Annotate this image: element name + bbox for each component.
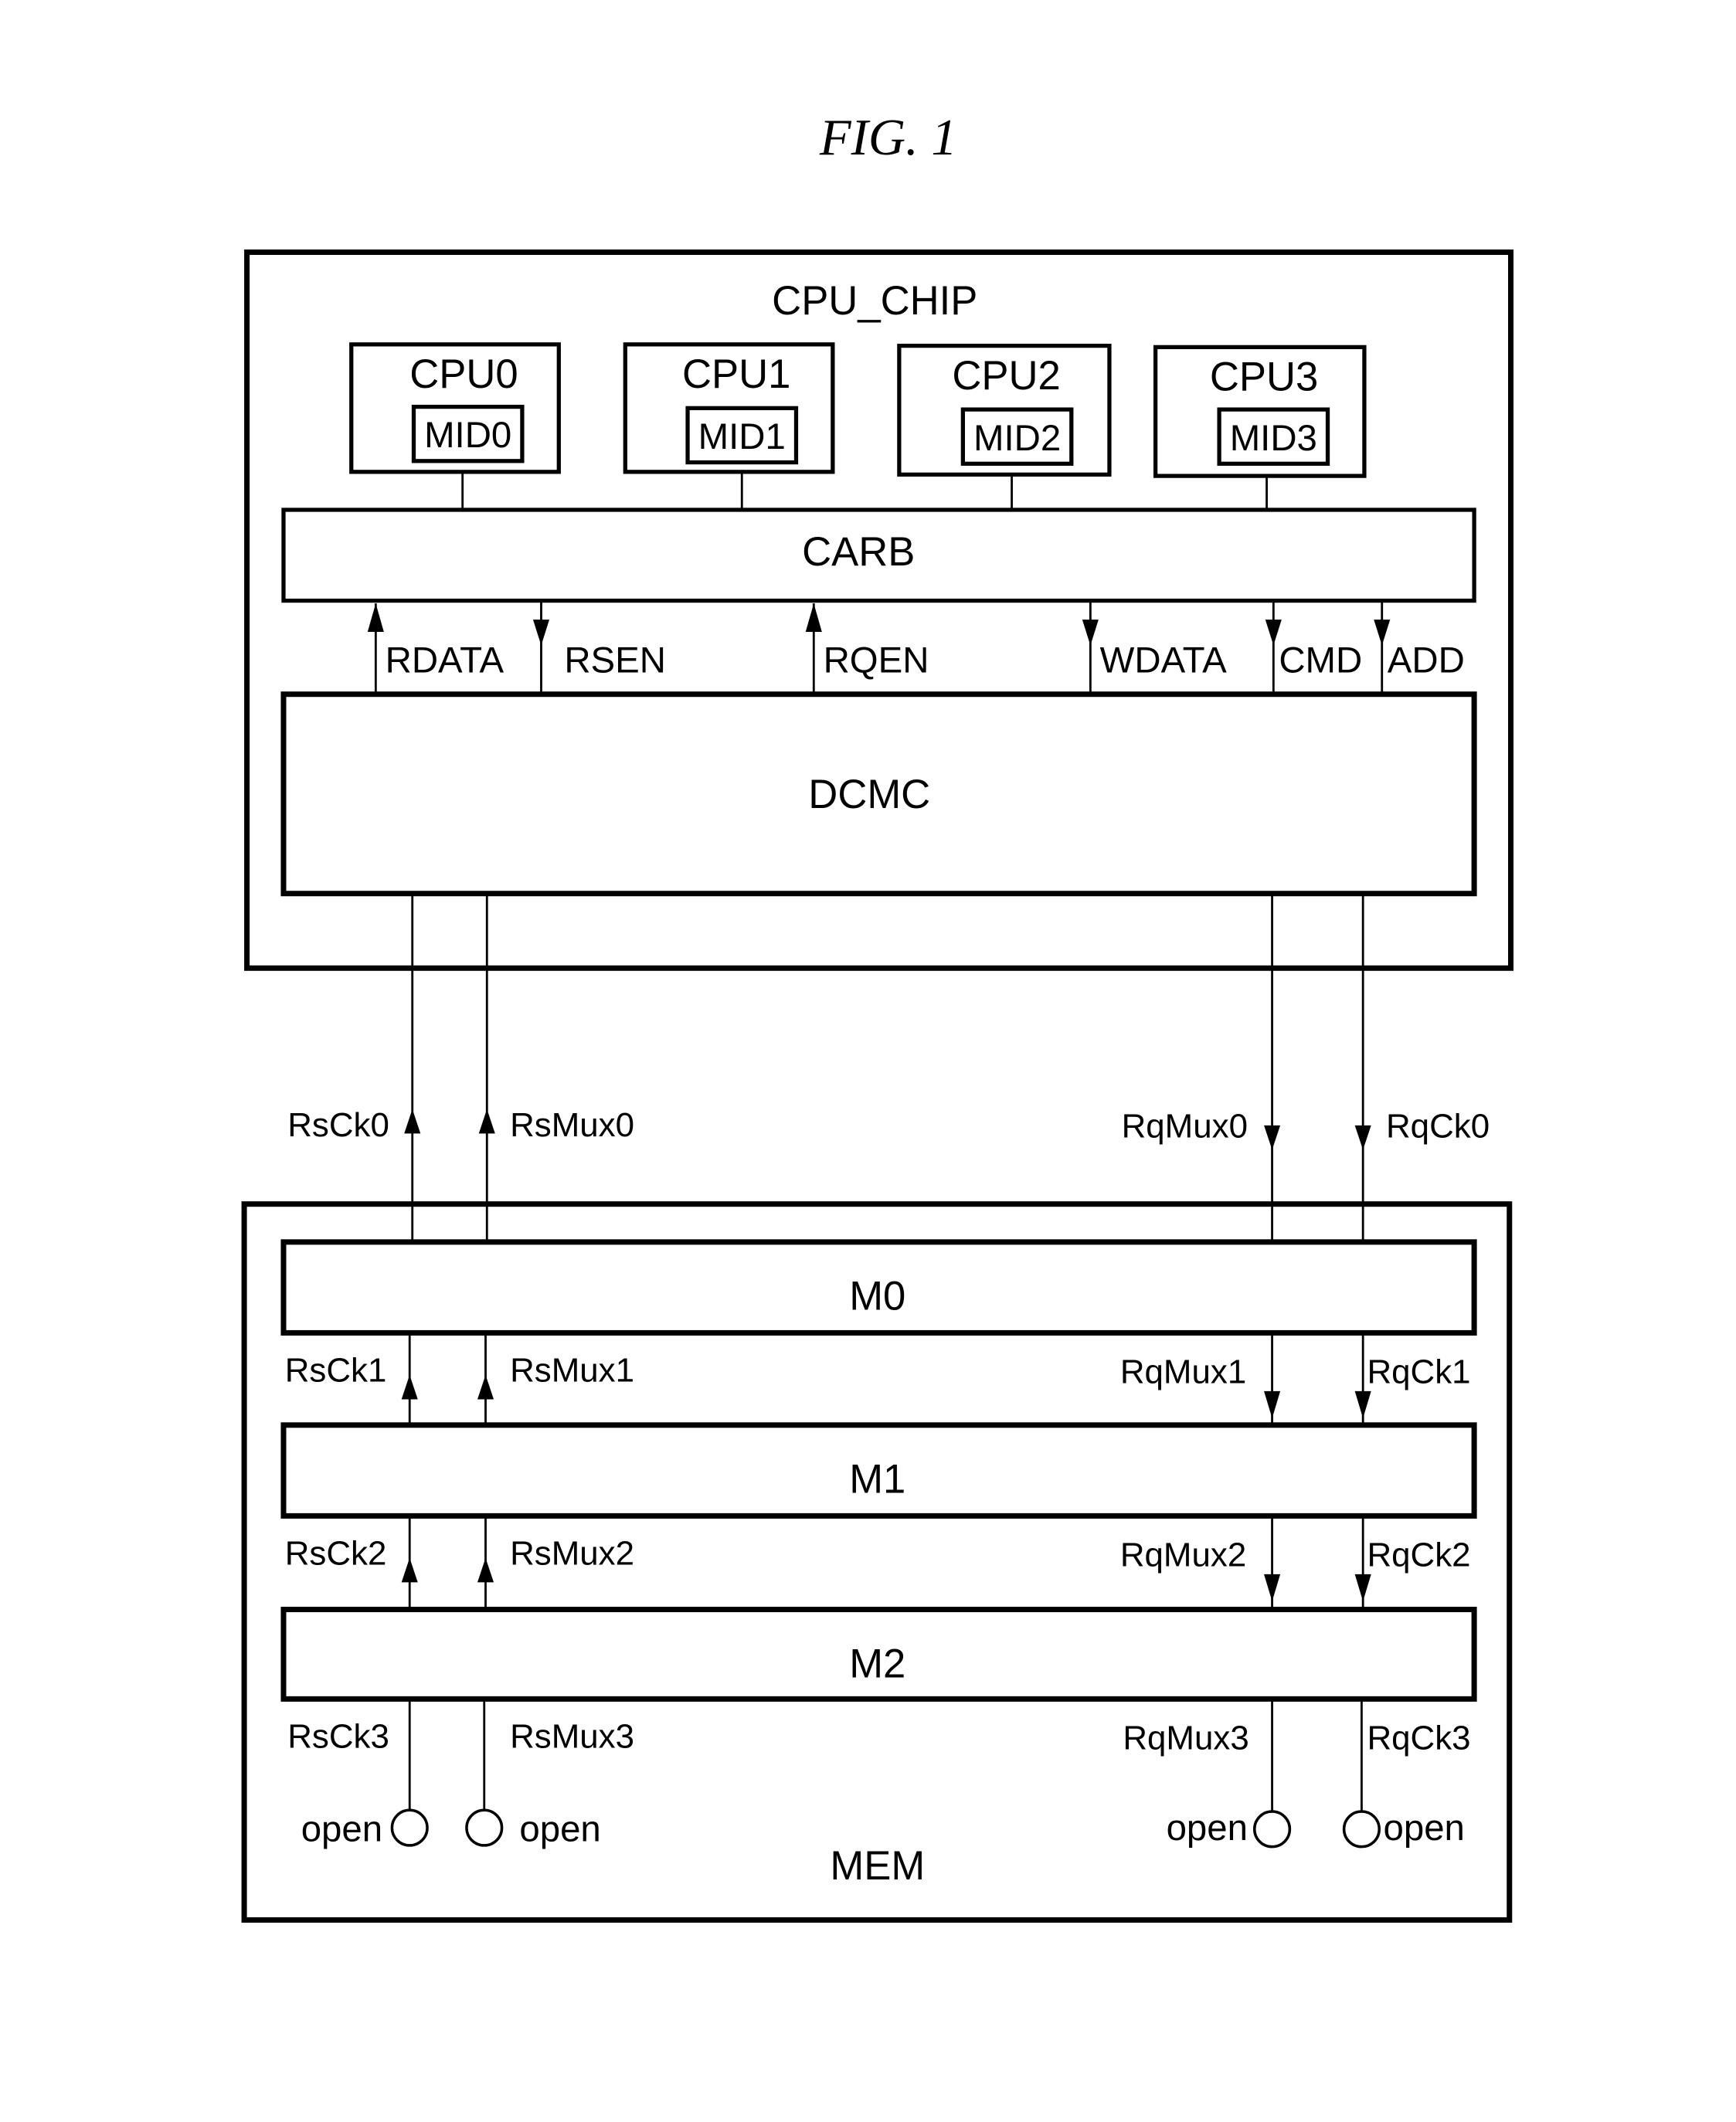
signal-rsen: RSEN (532, 600, 666, 693)
rqck2-label: RqCk2 (1367, 1536, 1470, 1574)
open-terminal-icon (390, 1808, 429, 1847)
arrow-up-icon (477, 1557, 494, 1583)
rsmux3-label: RsMux3 (510, 1718, 634, 1756)
open-label-rsck3: open (301, 1809, 382, 1850)
dcmc-label: DCMC (808, 772, 930, 817)
arrow-up-icon (367, 603, 384, 632)
rsck1-label: RsCk1 (285, 1352, 387, 1390)
open-label-rqck3: open (1384, 1808, 1465, 1849)
rqmux1-label: RqMux1 (1120, 1353, 1246, 1390)
signal-rsen-label: RSEN (564, 640, 666, 681)
mid3-label: MID3 (1230, 418, 1317, 459)
rqck1-label: RqCk1 (1367, 1353, 1470, 1390)
arrow-up-icon (401, 1374, 418, 1400)
arrow-down-icon (1082, 620, 1099, 646)
open-terminal-icon (1252, 1810, 1292, 1849)
cpu0-block: CPU0 MID0 (349, 342, 561, 510)
carb-label: CARB (802, 529, 915, 575)
mid1-label: MID1 (698, 416, 786, 457)
open-label-rqmux3: open (1167, 1808, 1248, 1849)
figure-title: FIG. 1 (819, 110, 957, 166)
arrow-down-icon (1264, 1390, 1281, 1419)
arrow-down-icon (1354, 1125, 1371, 1150)
cpu1-block: CPU1 MID1 (623, 342, 835, 510)
signal-wdata-label: WDATA (1100, 640, 1227, 681)
mid2-label: MID2 (973, 418, 1061, 459)
rsmux0-label: RsMux0 (510, 1106, 634, 1144)
signal-add-label: ADD (1388, 640, 1465, 681)
signal-cmd-label: CMD (1279, 640, 1362, 681)
rsck0-label: RsCk0 (287, 1106, 389, 1144)
m2-label: M2 (849, 1641, 905, 1686)
cpu3-block: CPU3 MID3 (1153, 345, 1367, 510)
signal-rqen-label: RQEN (824, 640, 929, 681)
open-terminal-icon (465, 1808, 504, 1847)
cpu0-label: CPU0 (409, 351, 518, 397)
rqck0-label: RqCk0 (1386, 1108, 1490, 1146)
rqmux3-label: RqMux3 (1123, 1719, 1248, 1757)
signal-add: ADD (1374, 600, 1465, 693)
arrow-down-icon (1264, 1125, 1281, 1150)
rqmux0-label: RqMux0 (1122, 1108, 1248, 1146)
cpu1-label: CPU1 (682, 351, 790, 397)
arrow-up-icon (404, 1109, 421, 1134)
signal-cmd: CMD (1265, 600, 1362, 693)
rqmux2-label: RqMux2 (1120, 1536, 1246, 1574)
arrow-down-icon (1264, 1574, 1281, 1601)
arrow-up-icon (401, 1557, 418, 1583)
arrow-up-icon (477, 1374, 494, 1400)
rsck2-label: RsCk2 (285, 1535, 387, 1573)
signal-rdata: RDATA (367, 603, 504, 693)
cpu2-label: CPU2 (952, 353, 1060, 399)
open-label-rsmux3: open (519, 1809, 600, 1850)
m0-label: M0 (849, 1274, 905, 1319)
rsmux2-label: RsMux2 (510, 1535, 634, 1573)
cpu3-label: CPU3 (1210, 355, 1318, 400)
carb-dcmc-signals: RDATA RSEN RQEN WDATA CMD ADD (367, 600, 1465, 693)
arrow-up-icon (805, 603, 822, 632)
signal-rdata-label: RDATA (386, 640, 504, 681)
open-terminal-icon (1342, 1810, 1381, 1849)
mid0-label: MID0 (424, 415, 511, 456)
signal-wdata: WDATA (1082, 600, 1227, 693)
rqck3-label: RqCk3 (1367, 1719, 1470, 1757)
arrow-down-icon (1354, 1574, 1371, 1601)
fig1-diagram: FIG. 1 CPU_CHIP CPU0 MID0 CPU1 MID1 CPU2… (241, 110, 1514, 1923)
cpu2-block: CPU2 MID2 (897, 343, 1112, 510)
signal-rqen: RQEN (805, 603, 929, 693)
m1-label: M1 (849, 1457, 905, 1502)
arrow-up-icon (478, 1109, 495, 1134)
arrow-down-icon (532, 620, 550, 646)
mem-block: M0 M1 M2 open open open open MEM (241, 1201, 1513, 1923)
arrow-down-icon (1354, 1390, 1371, 1419)
mem-label: MEM (830, 1843, 925, 1889)
cpu-chip-label: CPU_CHIP (772, 278, 977, 324)
rsmux1-label: RsMux1 (510, 1352, 634, 1390)
cpu-chip-block: CPU_CHIP CPU0 MID0 CPU1 MID1 CPU2 MID2 C… (244, 249, 1514, 971)
rsck3-label: RsCk3 (287, 1718, 389, 1756)
